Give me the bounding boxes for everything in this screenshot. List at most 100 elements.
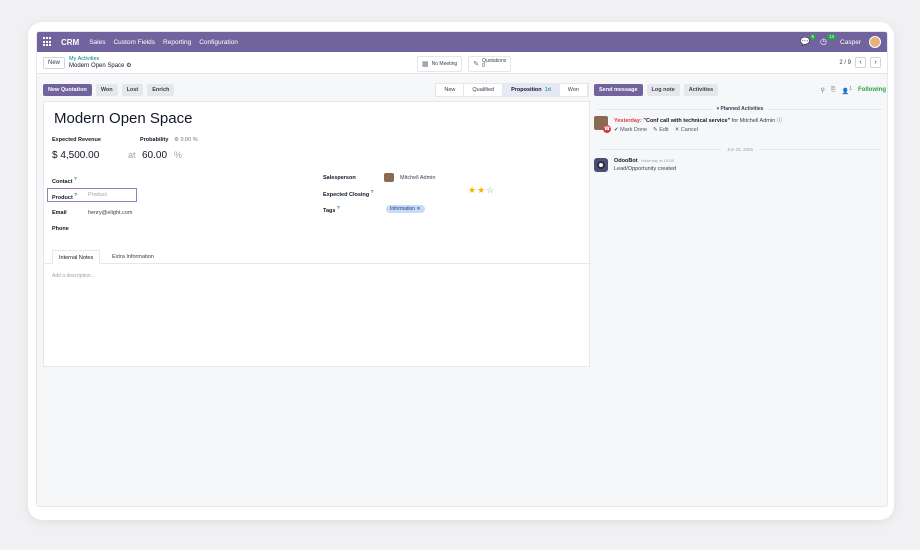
activity-avatar: ☎ [594, 116, 611, 133]
expected-closing-label: Expected Closing ? [323, 189, 374, 198]
caret-down-icon: ▾ [716, 106, 720, 112]
menu-reporting[interactable]: Reporting [163, 39, 191, 46]
new-button[interactable]: New [43, 56, 66, 69]
new-quotation-button[interactable]: New Quotation [43, 84, 92, 96]
following-button[interactable]: Following [858, 87, 886, 93]
percent-label: % [174, 150, 183, 160]
tab-internal-notes[interactable]: Internal Notes [52, 250, 101, 264]
email-input[interactable]: henry@elight.com [88, 210, 132, 216]
notebook-tabs: Internal Notes Extra Information [44, 250, 591, 264]
activity-when: Yesterday: [614, 118, 642, 124]
stage-won[interactable]: Won [560, 84, 588, 96]
at-label: at [128, 150, 136, 160]
email-label: Email [52, 210, 67, 216]
gear-icon[interactable]: ⚙ [126, 63, 131, 69]
probability-input[interactable]: 60.00 [142, 150, 167, 161]
send-message-button[interactable]: Send message [594, 84, 643, 96]
info-icon[interactable]: ⓘ [777, 118, 783, 124]
breadcrumb-parent[interactable]: My Activities [69, 56, 131, 63]
quotations-smart-button[interactable]: ✎ Quotations 0 [468, 56, 512, 72]
activities-button-chatter[interactable]: Activities [683, 84, 719, 96]
form-sheet: Modern Open Space Expected Revenue Proba… [43, 101, 591, 367]
description-input[interactable]: Add a description... [52, 273, 95, 279]
salesperson-avatar [384, 173, 394, 182]
stage-proposition[interactable]: Proposition 1d [503, 84, 560, 96]
quotations-count: 0 [482, 63, 485, 69]
message-author[interactable]: OdooBot [614, 158, 638, 164]
won-button[interactable]: Won [95, 84, 118, 96]
smart-buttons: ▦ No Meeting ✎ Quotations 0 [417, 56, 512, 72]
followers-button[interactable]: 👤1 [842, 86, 852, 95]
message-body: Lead/Opportunity created [614, 166, 677, 172]
contact-label: Contact ? [52, 176, 77, 185]
calendar-icon: ▦ [422, 61, 429, 68]
pager: 2 / 9 ‹ › [839, 57, 881, 68]
menu-custom-fields[interactable]: Custom Fields [113, 39, 155, 46]
expected-revenue-label: Expected Revenue [52, 137, 101, 143]
tab-extra-information[interactable]: Extra Information [106, 250, 160, 264]
probability-auto-value: 0.00 % [180, 137, 198, 143]
clock-icon: ◷ [820, 37, 828, 46]
log-note-button[interactable]: Log note [646, 84, 680, 96]
expected-revenue-input[interactable]: $ 4,500.00 [52, 150, 99, 161]
message-item: OdooBot Yesterday at 13:08 Lead/Opportuni… [594, 158, 886, 172]
planned-activities-header[interactable]: ▾ Planned Activities [594, 106, 886, 112]
cancel-activity-button[interactable]: ✕ Cancel [675, 127, 698, 133]
messages-badge: 5 [809, 34, 817, 40]
tag-chip[interactable]: Information ✕ [386, 205, 425, 213]
product-label: Product ? [52, 192, 78, 201]
stage-qualified[interactable]: Qualified [464, 84, 504, 96]
phone-label: Phone [52, 226, 69, 232]
pager-previous-button[interactable]: ‹ [855, 57, 866, 68]
paperclip-icon[interactable]: ⎘ [831, 87, 836, 94]
messages-button[interactable]: 💬 5 [800, 34, 817, 47]
odoobot-avatar [594, 158, 608, 172]
probability-label: Probability [140, 137, 169, 143]
tags-label: Tags ? [323, 205, 340, 214]
pencil-icon: ✎ [653, 127, 658, 133]
date-separator: Jun 23, 2025 [594, 147, 886, 152]
activities-button[interactable]: ◷ 13 [820, 34, 837, 47]
product-input[interactable]: Product [88, 192, 107, 198]
activity-assignee: for Mitchell Admin [731, 118, 776, 124]
chatter: Send message Log note Activities ⚲ ⎘ 👤1 … [594, 82, 886, 172]
star-filled-icon[interactable]: ★ [468, 185, 477, 195]
probability-auto[interactable]: ⚙ 0.00 % [174, 137, 198, 143]
phone-icon: ☎ [603, 125, 611, 133]
opportunity-title[interactable]: Modern Open Space [54, 110, 192, 127]
meeting-label: No Meeting [431, 61, 458, 67]
chat-icon: 💬 [800, 37, 810, 46]
salesperson-input[interactable]: Mitchell Admin [400, 175, 435, 181]
meeting-smart-button[interactable]: ▦ No Meeting [417, 56, 463, 72]
star-filled-icon[interactable]: ★ [477, 185, 486, 195]
check-icon: ✔ [614, 127, 619, 133]
pager-value[interactable]: 2 / 9 [839, 60, 851, 66]
enrich-button[interactable]: Enrich [147, 84, 175, 96]
lost-button[interactable]: Lost [121, 84, 144, 96]
app-name[interactable]: CRM [61, 38, 79, 47]
followers-count: 1 [849, 85, 852, 92]
close-icon[interactable]: ✕ [416, 206, 420, 212]
salesperson-label: Salesperson [323, 175, 356, 181]
gear-icon: ⚙ [174, 137, 179, 143]
activity-summary: "Conf call with technical service" [643, 118, 731, 124]
edit-activity-button[interactable]: ✎ Edit [653, 127, 669, 133]
breadcrumb-current: Modern Open Space [69, 62, 125, 69]
activity-item: ☎ Yesterday: "Conf call with technical s… [594, 116, 886, 133]
tag-label: Information [390, 206, 416, 212]
menu-sales[interactable]: Sales [89, 39, 105, 46]
app-menu-grid-icon[interactable] [43, 37, 53, 47]
stage-new[interactable]: New [436, 84, 465, 96]
menu-configuration[interactable]: Configuration [199, 39, 238, 46]
pager-next-button[interactable]: › [870, 57, 881, 68]
star-empty-icon[interactable]: ☆ [486, 185, 495, 195]
quotations-label: Quotations [482, 58, 507, 64]
user-avatar[interactable] [869, 36, 881, 48]
priority-stars[interactable]: ★★☆ [468, 185, 495, 196]
search-icon[interactable]: ⚲ [821, 87, 825, 94]
status-bar: New Quotation Won Lost Enrich New Qualif… [43, 82, 589, 98]
mark-done-button[interactable]: ✔ Mark Done [614, 127, 647, 133]
user-name[interactable]: Casper [840, 39, 861, 46]
activities-badge: 13 [827, 34, 837, 40]
edit-doc-icon: ✎ [473, 61, 480, 68]
